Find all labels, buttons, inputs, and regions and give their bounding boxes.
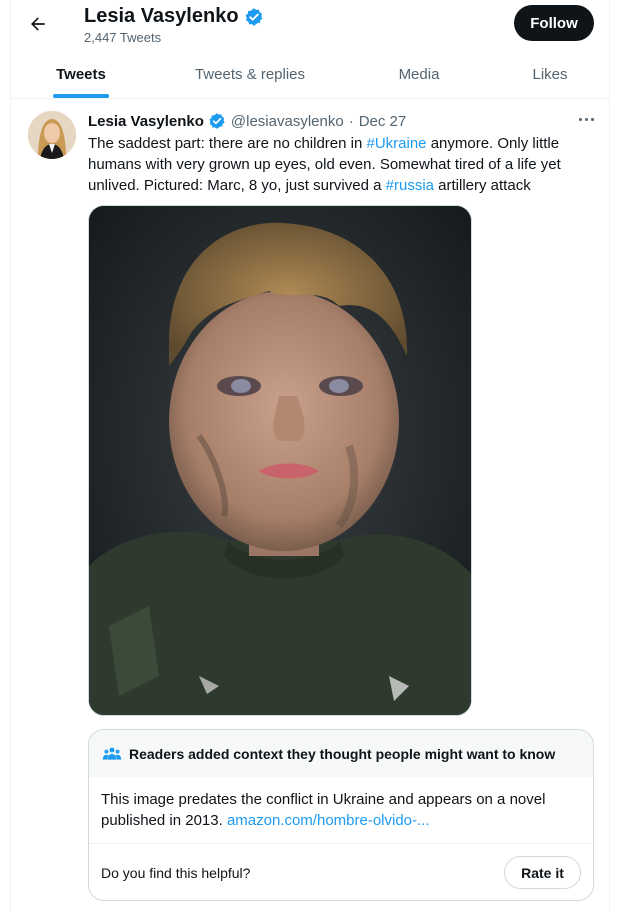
profile-tabs: Tweets Tweets & replies Media Likes (10, 50, 610, 99)
tab-media[interactable]: Media (348, 50, 490, 98)
more-options-button[interactable] (575, 110, 597, 128)
people-icon (102, 746, 122, 762)
tweet-header: Lesia Vasylenko @lesiavasylenko · Dec 27 (88, 112, 406, 130)
community-note-source-link[interactable]: amazon.com/hombre-olvido-... (227, 812, 430, 829)
profile-header: Lesia Vasylenko 2,447 Tweets Follow (0, 0, 617, 50)
tab-tweets[interactable]: Tweets (10, 50, 152, 98)
follow-button[interactable]: Follow (514, 5, 594, 41)
verified-badge-icon (245, 7, 262, 26)
tweet-text-part: The saddest part: there are no children … (88, 135, 367, 152)
verified-badge-icon (208, 112, 226, 130)
more-horizontal-icon (578, 117, 582, 121)
helpful-question: Do you find this helpful? (101, 864, 251, 881)
profile-name: Lesia Vasylenko (84, 5, 264, 28)
community-note-heading: Readers added context they thought peopl… (129, 745, 556, 762)
community-note-footer: Do you find this helpful? Rate it (89, 843, 593, 900)
more-dot (590, 117, 594, 121)
back-button[interactable] (24, 12, 52, 36)
tab-tweets-replies[interactable]: Tweets & replies (152, 50, 348, 98)
tweet-text: The saddest part: there are no children … (88, 133, 598, 196)
hashtag-russia-link[interactable]: #russia (386, 177, 434, 194)
profile-name-label: Lesia Vasylenko (84, 5, 239, 27)
arrow-left-icon (31, 17, 45, 31)
tweet-author-handle[interactable]: @lesiavasylenko (231, 113, 344, 130)
tweet-count: 2,447 Tweets (84, 30, 162, 45)
tweet-text-part: artillery attack (434, 177, 531, 194)
hashtag-ukraine-link[interactable]: #Ukraine (367, 135, 427, 152)
community-note-body: This image predates the conflict in Ukra… (89, 777, 593, 843)
community-note: Readers added context they thought peopl… (88, 729, 594, 901)
rate-it-button[interactable]: Rate it (504, 856, 581, 889)
avatar[interactable] (28, 111, 76, 159)
tweet-author-name[interactable]: Lesia Vasylenko (88, 113, 204, 130)
tab-likes[interactable]: Likes (490, 50, 610, 98)
separator-dot: · (348, 112, 354, 130)
tweet-photo[interactable] (88, 205, 472, 716)
more-dot (584, 117, 588, 121)
tweet-date[interactable]: Dec 27 (359, 113, 407, 130)
community-note-header: Readers added context they thought peopl… (89, 730, 593, 777)
